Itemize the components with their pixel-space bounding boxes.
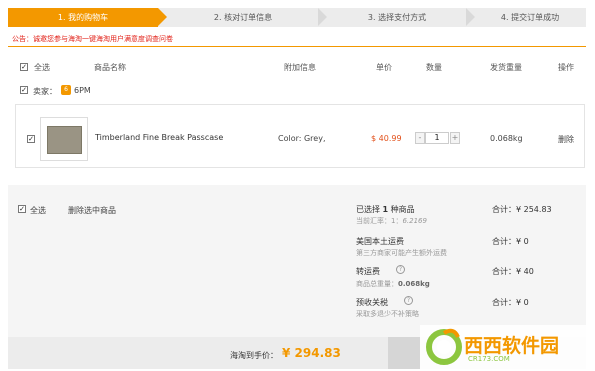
- notice-text[interactable]: 公告：诚邀您参与海淘一键海淘用户满意度调查问卷: [12, 34, 173, 44]
- header-extra-info: 附加信息: [284, 63, 316, 72]
- divider: [8, 46, 586, 47]
- transfer-weight-label: 商品总重量：: [356, 280, 398, 288]
- subtotal: 合计：¥ 254.83: [492, 205, 552, 214]
- tax-note: 采取多退少不补策略: [356, 310, 419, 318]
- exchange-rate: 当前汇率：1：6.2169: [356, 216, 427, 226]
- step-arrow: [318, 8, 327, 26]
- transfer-total: 合计：¥ 40: [492, 267, 534, 276]
- us-shipping-label: 美国本土运费: [356, 237, 404, 246]
- select-all-checkbox[interactable]: ✓: [20, 63, 28, 71]
- transfer-weight: 商品总重量：0.068kg: [356, 279, 430, 289]
- watermark-logo: 西西软件园 CR173.COM: [420, 325, 595, 369]
- tax-label: 预收关税: [356, 298, 388, 307]
- step-label: 1. 我的购物车: [57, 13, 109, 22]
- seller-name[interactable]: 6PM: [74, 86, 91, 95]
- transfer-fee-label: 转运费: [356, 267, 380, 276]
- selected-suffix: 种商品: [390, 205, 415, 214]
- seller-checkbox[interactable]: ✓: [20, 86, 28, 94]
- header-weight: 发货重量: [490, 63, 522, 72]
- help-icon[interactable]: ?: [404, 296, 413, 305]
- delete-selected-link[interactable]: 删除选中商品: [68, 205, 116, 216]
- delete-item-link[interactable]: 删除: [558, 134, 574, 145]
- seller-label: 卖家：: [33, 87, 57, 96]
- product-weight: 0.068kg: [490, 134, 523, 143]
- quantity-input[interactable]: 1: [425, 132, 449, 144]
- selected-count-text: 已选择 1 种商品: [356, 204, 415, 215]
- rate-label: 当前汇率：1：: [356, 217, 403, 225]
- transfer-weight-value: 0.068kg: [398, 280, 430, 288]
- product-price: $ 40.99: [371, 134, 402, 143]
- 6pm-store-icon: 6: [61, 85, 71, 95]
- summary-select-all-label: 全选: [30, 206, 46, 215]
- qty-plus-button[interactable]: +: [450, 132, 460, 144]
- tax-total: 合计：¥ 0: [492, 298, 529, 307]
- total-value: ¥ 294.83: [282, 346, 341, 360]
- us-shipping-total: 合计：¥ 0: [492, 237, 529, 246]
- total-label: 海淘到手价：: [230, 351, 278, 360]
- rate-value: 6.2169: [402, 217, 427, 225]
- header-action: 操作: [558, 63, 574, 72]
- step-cart[interactable]: 1. 我的购物车: [8, 8, 158, 27]
- step-arrow: [158, 8, 167, 26]
- checkout-steps: 1. 我的购物车 2. 核对订单信息 3. 选择支付方式 4. 提交订单成功: [8, 8, 586, 27]
- step-label: 3. 选择支付方式: [367, 13, 427, 22]
- help-icon[interactable]: ?: [396, 265, 405, 274]
- item-checkbox[interactable]: ✓: [27, 135, 35, 143]
- header-quantity: 数量: [426, 63, 442, 72]
- product-extra: Color: Grey,: [278, 134, 326, 143]
- header-product-name: 商品名称: [94, 63, 126, 72]
- qty-minus-button[interactable]: -: [415, 132, 425, 144]
- step-confirm[interactable]: 2. 核对订单信息: [168, 8, 318, 27]
- step-payment[interactable]: 3. 选择支付方式: [328, 8, 466, 27]
- selected-prefix: 已选择: [356, 205, 380, 214]
- watermark-text: 西西软件园: [464, 335, 560, 357]
- selected-count: 1: [382, 205, 389, 214]
- select-all-label: 全选: [34, 63, 50, 72]
- summary-select-all-checkbox[interactable]: ✓: [18, 205, 26, 213]
- step-success[interactable]: 4. 提交订单成功: [474, 8, 586, 27]
- us-shipping-note: 第三方商家可能产生额外运费: [356, 249, 447, 257]
- product-name-link[interactable]: Timberland Fine Break Passcase: [95, 133, 223, 142]
- checkout-button[interactable]: [388, 337, 420, 369]
- wallet-image: [47, 126, 82, 154]
- product-thumbnail[interactable]: [40, 117, 88, 161]
- step-label: 4. 提交订单成功: [500, 13, 560, 22]
- step-label: 2. 核对订单信息: [213, 13, 273, 22]
- watermark-url: CR173.COM: [468, 355, 510, 363]
- header-unit-price: 单价: [376, 63, 392, 72]
